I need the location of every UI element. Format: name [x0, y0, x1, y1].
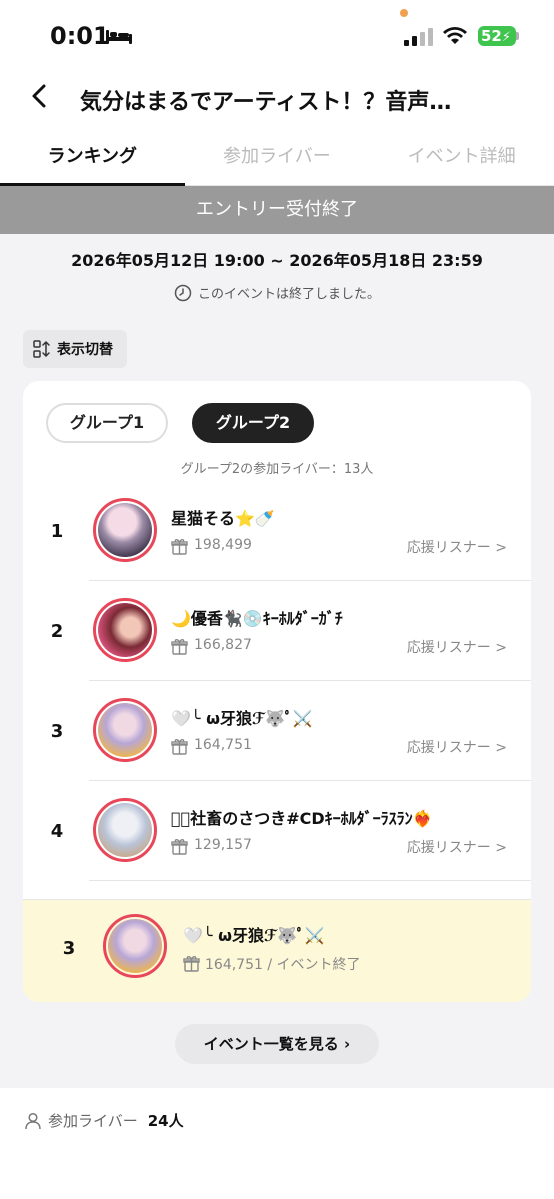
participant-label: 参加ライバー [48, 1112, 138, 1130]
event-period: 2026年05月12日 19:00 ~ 2026年05月18日 23:59 [71, 251, 483, 270]
group-selector: グループ1 グループ2 [46, 403, 314, 443]
status-bar: 0:01 52⚡ [0, 0, 554, 70]
display-toggle-label: 表示切替 [57, 342, 113, 358]
support-listeners-link[interactable]: 応援リスナー > [407, 537, 507, 557]
tab-event-details[interactable]: イベント詳細 [369, 128, 554, 185]
gift-icon [171, 639, 188, 655]
gift-icon [171, 739, 188, 755]
participant-total: 参加ライバー 24人 [24, 1110, 184, 1131]
active-tab-indicator [0, 183, 185, 186]
ranking-row[interactable]: 2 🌙優香🐈‍⬛💿ｷｰﾎﾙﾀﾞｰｶﾞﾁ 166,827 応援リスナー > [23, 581, 531, 681]
rank-number: 2 [50, 621, 64, 642]
liver-name: 🤍╰ ω牙狼ℱ🐺ﾟ⚔️ [171, 709, 313, 728]
battery-tip [516, 32, 519, 40]
display-toggle-button[interactable]: 表示切替 [23, 330, 127, 368]
gift-icon [171, 839, 188, 855]
my-entry-row[interactable]: 3 🤍╰ ω牙狼ℱ🐺ﾟ⚔️ 164,751 / イベント終了 [23, 899, 531, 1002]
ranking-card: グループ1 グループ2 グループ2の参加ライバー：13人 1 星猫そる⭐️🍼 1… [23, 381, 531, 1002]
avatar-image [108, 919, 162, 973]
avatar[interactable] [93, 798, 157, 862]
group-participant-count: グループ2の参加ライバー：13人 [180, 462, 374, 477]
liver-name: 星猫そる⭐️🍼 [171, 509, 275, 528]
back-chevron-icon[interactable] [28, 82, 50, 110]
gift-icon [171, 539, 188, 555]
tab-participants[interactable]: 参加ライバー [185, 128, 370, 185]
points-value: 198,499 [194, 537, 252, 553]
avatar[interactable] [93, 698, 157, 762]
battery-indicator: 52⚡ [478, 26, 516, 46]
ranking-row[interactable]: 1 星猫そる⭐️🍼 198,499 応援リスナー > [23, 481, 531, 581]
sort-toggle-icon [33, 340, 50, 358]
my-points-status: 164,751 / イベント終了 [205, 957, 361, 973]
tab-bar: ランキング 参加ライバー イベント詳細 [0, 128, 554, 186]
bottom-bar: 参加ライバー 24人 [0, 1088, 554, 1199]
event-list-button[interactable]: イベント一覧を見る › [175, 1024, 379, 1064]
page-title: 気分はまるでアーティスト！？音声… [80, 90, 452, 115]
my-liver-name: 🤍╰ ω牙狼ℱ🐺ﾟ⚔️ [183, 926, 325, 945]
avatar-image [98, 503, 152, 557]
ranking-row[interactable]: 3 🤍╰ ω牙狼ℱ🐺ﾟ⚔️ 164,751 応援リスナー > [23, 681, 531, 781]
group-2-button[interactable]: グループ2 [192, 403, 314, 443]
sleep-focus-icon [106, 30, 132, 44]
ranking-row[interactable]: 4 𝓢ﾟ社畜のさつき#CDｷｰﾎﾙﾀﾞｰﾗｽﾗﾝ❤️‍🔥 129,157 応援リ… [23, 781, 531, 881]
avatar[interactable] [103, 914, 167, 978]
rank-number: 4 [50, 821, 64, 842]
top-area: 0:01 52⚡ 気分はまるでアーティスト！？音声… ランキング 参加ライバー … [0, 0, 554, 186]
charging-bolt-icon: ⚡ [501, 30, 512, 45]
points-value: 164,751 [194, 737, 252, 753]
row-divider [89, 880, 531, 881]
event-ended-notice: このイベントは終了しました。 [0, 283, 554, 302]
points-value: 166,827 [194, 637, 252, 653]
person-icon [25, 1112, 41, 1129]
support-listeners-link[interactable]: 応援リスナー > [407, 737, 507, 757]
gift-icon [183, 956, 200, 972]
tab-ranking[interactable]: ランキング [0, 128, 185, 185]
ended-notice-text: このイベントは終了しました。 [197, 287, 380, 302]
group-1-button[interactable]: グループ1 [46, 403, 168, 443]
cellular-signal-icon [404, 28, 433, 46]
liver-name: 𝓢ﾟ社畜のさつき#CDｷｰﾎﾙﾀﾞｰﾗｽﾗﾝ❤️‍🔥 [171, 809, 433, 828]
privacy-indicator-dot [400, 9, 408, 17]
rank-number: 1 [50, 521, 64, 542]
avatar[interactable] [93, 598, 157, 662]
title-bar: 気分はまるでアーティスト！？音声… [0, 70, 554, 128]
liver-name: 🌙優香🐈‍⬛💿ｷｰﾎﾙﾀﾞｰｶﾞﾁ [171, 609, 343, 628]
points-value: 129,157 [194, 837, 252, 853]
battery-level: 52 [481, 27, 502, 45]
avatar-image [98, 603, 152, 657]
support-listeners-link[interactable]: 応援リスナー > [407, 637, 507, 657]
entry-closed-banner: エントリー受付終了 [0, 186, 554, 234]
participant-count: 24人 [147, 1112, 184, 1130]
status-time: 0:01 [50, 22, 110, 50]
avatar-image [98, 803, 152, 857]
rank-number: 3 [50, 721, 64, 742]
my-rank-number: 3 [62, 938, 76, 959]
clock-icon [174, 284, 192, 301]
avatar-image [98, 703, 152, 757]
wifi-icon [443, 27, 467, 44]
avatar[interactable] [93, 498, 157, 562]
support-listeners-link[interactable]: 応援リスナー > [407, 837, 507, 857]
